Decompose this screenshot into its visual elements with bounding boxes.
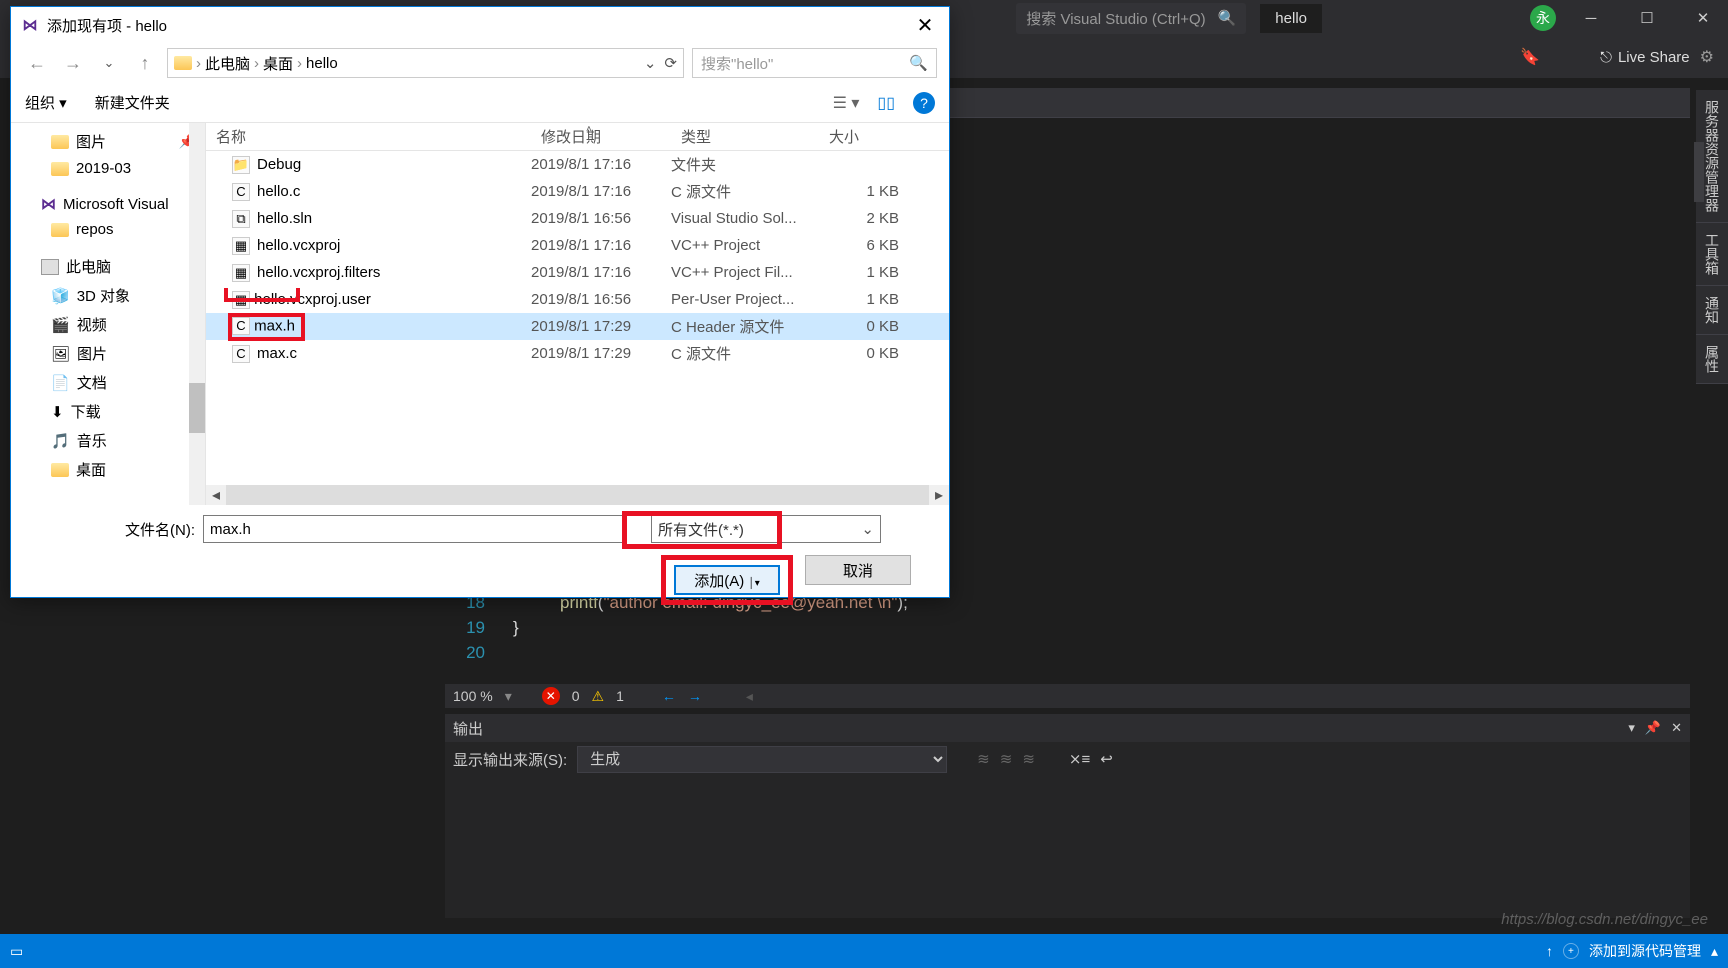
user-avatar[interactable]: 永 xyxy=(1530,5,1556,31)
dropdown-icon[interactable]: ▾ xyxy=(1628,720,1635,736)
col-name[interactable]: 名称 xyxy=(206,126,531,147)
file-row[interactable]: ⧉ hello.sln2019/8/1 16:56Visual Studio S… xyxy=(206,205,949,232)
preview-icon[interactable]: ▯▯ xyxy=(877,93,895,113)
new-folder-button[interactable]: 新建文件夹 xyxy=(95,92,170,113)
tool-icon[interactable]: ≋ xyxy=(1022,750,1035,768)
file-list-header[interactable]: 名称 ˄ 修改日期 类型 大小 xyxy=(206,123,949,151)
tree-item[interactable]: 桌面 xyxy=(11,455,205,484)
nav-up-button[interactable]: ↑ xyxy=(131,49,159,77)
nav-recent-button[interactable]: ⌄ xyxy=(95,49,123,77)
tree-item[interactable]: repos xyxy=(11,217,205,242)
dialog-close-button[interactable]: ✕ xyxy=(901,7,949,43)
dialog-toolbar: 组织 ▾ 新建文件夹 ☰ ▾ ▯▯ ? xyxy=(11,83,949,123)
error-icon[interactable]: ✕ xyxy=(542,687,560,705)
live-share-button[interactable]: ⎋ Live Share xyxy=(1600,49,1690,66)
close-button[interactable]: ✕ xyxy=(1682,2,1724,34)
horizontal-scrollbar[interactable]: ◂▸ xyxy=(206,485,949,505)
filename-input[interactable] xyxy=(203,515,623,543)
output-source-select[interactable]: 生成 xyxy=(577,746,947,773)
clear-icon[interactable]: ⨯≡ xyxy=(1069,750,1090,768)
file-row[interactable]: ▦ hello.vcxproj.user2019/8/1 16:56Per-Us… xyxy=(206,286,949,313)
tree-item[interactable]: 🎬视频 xyxy=(11,310,205,339)
col-size[interactable]: 大小 xyxy=(819,126,909,147)
search-placeholder: 搜索 Visual Studio (Ctrl+Q) xyxy=(1026,8,1205,29)
scroll-indicator xyxy=(1694,142,1704,202)
maximize-button[interactable]: ☐ xyxy=(1626,2,1668,34)
source-control-status[interactable]: 添加到源代码管理 xyxy=(1589,941,1701,961)
up-icon[interactable]: ↑ xyxy=(1546,943,1553,959)
file-row[interactable]: C max.h2019/8/1 17:29C Header 源文件0 KB xyxy=(206,313,949,340)
warning-icon[interactable]: ⚠ xyxy=(592,688,605,705)
output-title: 输出 xyxy=(453,718,483,739)
add-button[interactable]: 添加(A) │▾ xyxy=(674,565,780,595)
tree-item[interactable]: ⬇下载 xyxy=(11,397,205,426)
search-icon: 🔍 xyxy=(1218,9,1237,27)
active-tab[interactable]: hello xyxy=(1260,4,1322,33)
view-options-icon[interactable]: ☰ ▾ xyxy=(833,93,860,113)
notifications-tab[interactable]: 通知 xyxy=(1696,286,1728,335)
search-icon: 🔍 xyxy=(909,54,928,72)
close-panel-icon[interactable]: ✕ xyxy=(1671,720,1682,736)
toolbox-tab[interactable]: 工具箱 xyxy=(1696,223,1728,286)
windows-taskbar[interactable]: ▭ ↑ + 添加到源代码管理 ▴ xyxy=(0,934,1728,968)
editor-status-bar: 100 % ▾ ✕0 ⚠1 ← → ◂ xyxy=(445,684,1690,708)
pin-icon[interactable]: 📌 xyxy=(1645,720,1661,736)
refresh-icon[interactable]: ⟳ xyxy=(664,54,677,72)
wrap-icon[interactable]: ↩ xyxy=(1100,750,1113,768)
dialog-titlebar: ⋈ 添加现有项 - hello ✕ xyxy=(11,7,949,43)
properties-tab[interactable]: 属性 xyxy=(1696,335,1728,384)
folder-tree[interactable]: 图片📌2019-03 ⋈Microsoft Visualrepos 此电脑🧊3D 对… xyxy=(11,123,206,505)
tree-item[interactable]: 此电脑 xyxy=(11,252,205,281)
vs-icon: ⋈ xyxy=(21,16,39,34)
folder-icon xyxy=(174,56,192,70)
tree-item[interactable]: 🖼图片 xyxy=(11,339,205,368)
tree-item[interactable]: 2019-03 xyxy=(11,156,205,181)
file-row[interactable]: C max.c2019/8/1 17:29C 源文件0 KB xyxy=(206,340,949,367)
tree-item[interactable]: 图片📌 xyxy=(11,127,205,156)
sort-indicator: ˄ xyxy=(586,124,592,135)
output-panel: 输出 ▾ 📌 ✕ 显示输出来源(S): 生成 ≋ ≋ ≋ ⨯≡ ↩ xyxy=(445,714,1690,918)
tree-scrollbar[interactable] xyxy=(189,123,205,505)
tool-icon[interactable]: ≋ xyxy=(1000,750,1013,768)
task-view-icon[interactable]: ▭ xyxy=(10,943,23,960)
add-existing-item-dialog: ⋈ 添加现有项 - hello ✕ ← → ⌄ ↑ › 此电脑› 桌面› hel… xyxy=(10,6,950,598)
file-row[interactable]: 📁 Debug2019/8/1 17:16文件夹 xyxy=(206,151,949,178)
file-row[interactable]: C hello.c2019/8/1 17:16C 源文件1 KB xyxy=(206,178,949,205)
tree-item[interactable]: 📄文档 xyxy=(11,368,205,397)
file-row[interactable]: ▦ hello.vcxproj.filters2019/8/1 17:16VC+… xyxy=(206,259,949,286)
cancel-button[interactable]: 取消 xyxy=(805,555,911,585)
minimize-button[interactable]: ─ xyxy=(1570,2,1612,34)
file-type-select[interactable]: 所有文件(*.*)⌄ xyxy=(651,515,881,543)
right-sidebar-tabs: 服务器资源管理器 工具箱 通知 属性 xyxy=(1696,90,1728,384)
file-row[interactable]: ▦ hello.vcxproj2019/8/1 17:16VC++ Projec… xyxy=(206,232,949,259)
nav-back-button[interactable]: ← xyxy=(23,49,51,77)
share-icon: ⎋ xyxy=(1600,49,1612,66)
nav-forward-button[interactable]: → xyxy=(59,49,87,77)
nav-back-icon[interactable]: ← xyxy=(662,688,676,704)
dialog-nav: ← → ⌄ ↑ › 此电脑› 桌面› hello ⌄ ⟳ 搜索"hello" 🔍 xyxy=(11,43,949,83)
tree-item[interactable]: 🎵音乐 xyxy=(11,426,205,455)
output-source-label: 显示输出来源(S): xyxy=(453,749,567,770)
vs-search[interactable]: 搜索 Visual Studio (Ctrl+Q) 🔍 xyxy=(1016,3,1246,34)
col-type[interactable]: 类型 xyxy=(671,126,819,147)
tree-item[interactable]: 🧊3D 对象 xyxy=(11,281,205,310)
organize-button[interactable]: 组织 ▾ xyxy=(25,92,67,113)
bookmark-icon[interactable]: 🔖 xyxy=(1520,47,1540,67)
zoom-level[interactable]: 100 % xyxy=(453,688,493,704)
help-icon[interactable]: ? xyxy=(913,92,935,114)
dialog-footer: 文件名(N): 所有文件(*.*)⌄ 添加(A) │▾ 取消 xyxy=(11,505,949,597)
col-date[interactable]: 修改日期 xyxy=(531,126,671,147)
breadcrumb[interactable]: › 此电脑› 桌面› hello ⌄ ⟳ xyxy=(167,48,684,78)
file-list[interactable]: 📁 Debug2019/8/1 17:16文件夹C hello.c2019/8/… xyxy=(206,151,949,485)
nav-fwd-icon[interactable]: → xyxy=(688,688,702,704)
tree-item[interactable]: ⋈Microsoft Visual xyxy=(11,191,205,217)
add-button-highlight: 添加(A) │▾ xyxy=(661,555,793,605)
watermark: https://blog.csdn.net/dingyc_ee xyxy=(1501,911,1708,928)
dialog-title: 添加现有项 - hello xyxy=(47,15,167,36)
filename-label: 文件名(N): xyxy=(31,519,195,540)
settings-icon[interactable]: ⚙ xyxy=(1700,47,1714,67)
tool-icon[interactable]: ≋ xyxy=(977,750,990,768)
search-input[interactable]: 搜索"hello" 🔍 xyxy=(692,48,937,78)
